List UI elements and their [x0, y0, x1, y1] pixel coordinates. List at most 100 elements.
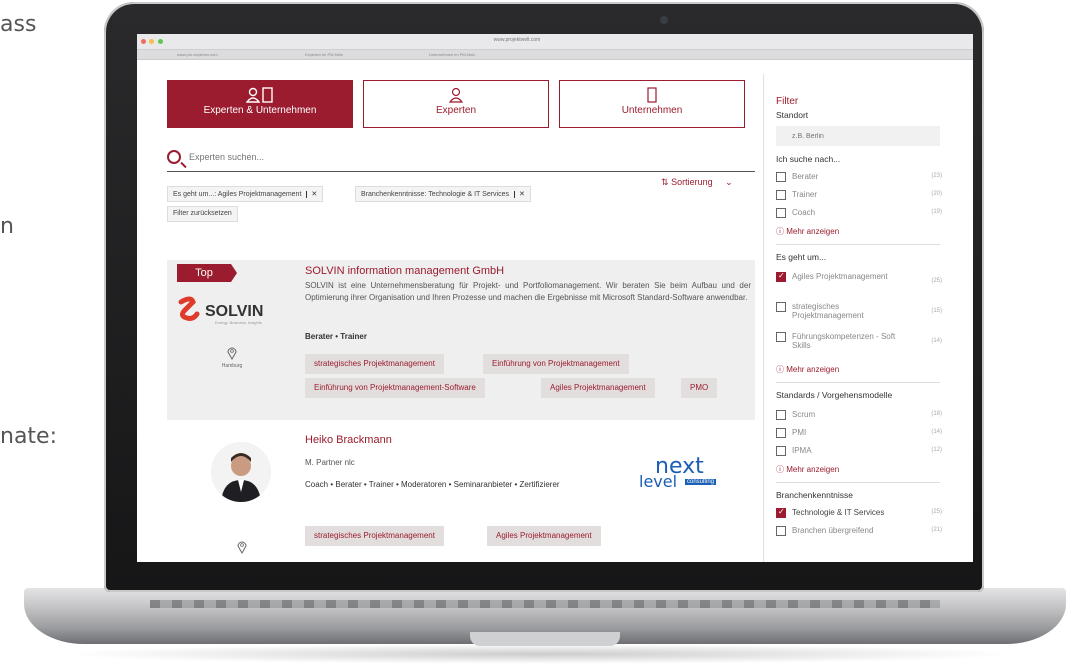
filter-option[interactable]: strategisches Projektmanagement (15): [776, 302, 942, 322]
info-icon: ⓘ: [776, 365, 787, 374]
result-title[interactable]: Heiko Brackmann: [305, 434, 392, 446]
checkbox[interactable]: [776, 428, 786, 438]
filter-heading: Standort: [776, 110, 809, 120]
filter-heading: Standards / Vorgehensmodelle: [776, 390, 893, 400]
show-more-link[interactable]: ⓘ Mehr anzeigen: [776, 364, 839, 375]
person-building-icon: [246, 87, 273, 103]
browser-tab[interactable]: Experten im PM-Netz: [305, 52, 343, 57]
option-count: (21): [931, 527, 942, 533]
topic-tag[interactable]: Agiles Projektmanagement: [487, 526, 601, 546]
checkbox[interactable]: [776, 446, 786, 456]
address-bar[interactable]: www.projektwelt.com: [437, 37, 597, 45]
show-more-label: Mehr anzeigen: [786, 365, 840, 374]
person-icon: [449, 87, 463, 103]
tab-experten[interactable]: Experten: [363, 80, 549, 128]
result-card[interactable]: Heiko Brackmann M. Partner nlc Coach • B…: [167, 430, 755, 562]
info-icon: ⓘ: [776, 465, 787, 474]
browser-tabbar: www.pm-experten.com Experten im PM-Netz …: [137, 50, 973, 60]
option-count: (25): [931, 509, 942, 515]
filter-option[interactable]: Coach (19): [776, 208, 942, 220]
checkbox[interactable]: [776, 507, 786, 518]
topic-tag[interactable]: strategisches Projektmanagement: [305, 526, 444, 546]
search-input[interactable]: [189, 152, 589, 162]
checkbox[interactable]: [776, 332, 786, 342]
option-label: Coach: [792, 208, 816, 217]
tab-label: Experten: [435, 105, 477, 116]
checkbox[interactable]: [776, 410, 786, 420]
option-label: Trainer: [792, 190, 818, 199]
tab-experten-unternehmen[interactable]: Experten & Unternehmen: [167, 80, 353, 128]
location-input[interactable]: [776, 126, 940, 146]
checkbox[interactable]: [776, 271, 786, 282]
filter-sidebar: Filter Standort Ich suche nach... Berate…: [763, 74, 943, 562]
filter-option[interactable]: Berater (23): [776, 172, 942, 184]
active-filter-chip[interactable]: Branchenkenntnisse: Technologie & IT Ser…: [355, 186, 531, 202]
filter-option[interactable]: Branchen übergreifend (21): [776, 526, 942, 538]
close-icon[interactable]: [141, 39, 146, 44]
company-logo: next level consulting: [639, 454, 729, 494]
sort-dropdown[interactable]: ⇅ Sortierung ⌄: [661, 177, 733, 188]
browser-tab[interactable]: www.pm-experten.com: [177, 52, 218, 57]
background-text-fragment: nate:: [0, 424, 57, 449]
filter-option[interactable]: Scrum (18): [776, 410, 942, 422]
result-card[interactable]: Top SOLVIN Energy. Business. Insights Ha…: [167, 260, 755, 420]
location-label: Hamburg: [221, 363, 243, 369]
chevron-down-icon: ⌄: [725, 177, 733, 187]
expert-search[interactable]: [167, 150, 755, 172]
option-count: (14): [931, 429, 942, 435]
option-count: (14): [931, 338, 942, 344]
option-label: PMI: [792, 428, 807, 437]
option-label: Agiles Projektmanagement: [792, 272, 888, 281]
show-more-label: Mehr anzeigen: [786, 227, 840, 236]
filter-option[interactable]: Agiles Projektmanagement (25): [776, 271, 942, 292]
filter-option[interactable]: PMI (14): [776, 428, 942, 440]
option-label: Technologie & IT Services: [792, 508, 885, 517]
browser-tab[interactable]: Unternehmen im PM-Netz: [429, 52, 475, 57]
tab-label: Experten & Unternehmen: [203, 105, 317, 116]
reset-filters-button[interactable]: Filter zurücksetzen: [167, 206, 238, 222]
result-roles: Berater • Trainer: [305, 332, 367, 341]
checkbox[interactable]: [776, 208, 786, 218]
remove-filter-icon[interactable]: ✕: [514, 191, 525, 198]
topic-tag[interactable]: Einführung von Projektmanagement-Softwar…: [305, 378, 485, 398]
building-icon: [647, 87, 657, 103]
topic-tag[interactable]: strategisches Projektmanagement: [305, 354, 444, 374]
checkbox[interactable]: [776, 526, 786, 536]
topic-tag[interactable]: Agiles Projektmanagement: [541, 378, 655, 398]
topic-tag[interactable]: Einführung von Projektmanagement: [483, 354, 629, 374]
filter-option[interactable]: Trainer (20): [776, 190, 942, 202]
minimize-icon[interactable]: [149, 39, 155, 44]
checkbox[interactable]: [776, 302, 786, 312]
filter-option[interactable]: Technologie & IT Services (25): [776, 507, 942, 520]
filter-option[interactable]: IPMA (12): [776, 446, 942, 458]
checkbox[interactable]: [776, 190, 786, 200]
option-count: (19): [931, 209, 942, 215]
laptop-shadow: [60, 644, 1020, 664]
option-count: (12): [931, 447, 942, 453]
window-controls[interactable]: [141, 39, 165, 46]
search-icon: [167, 150, 181, 164]
logo-text: level: [639, 472, 678, 491]
filter-option[interactable]: Führungskompetenzen - Soft Skills (14): [776, 332, 942, 352]
sort-icon: ⇅: [661, 177, 669, 187]
option-count: (15): [931, 308, 942, 314]
tab-unternehmen[interactable]: Unternehmen: [559, 80, 745, 128]
topic-tag[interactable]: PMO: [681, 378, 718, 398]
maximize-icon[interactable]: [157, 39, 163, 44]
option-label: Berater: [792, 172, 819, 181]
top-badge: Top: [177, 264, 237, 282]
show-more-link[interactable]: ⓘ Mehr anzeigen: [776, 226, 839, 237]
result-title[interactable]: SOLVIN information management GmbH: [305, 265, 504, 277]
divider: [776, 482, 940, 483]
laptop-notch: [470, 632, 620, 646]
logo-text: consulting: [685, 479, 717, 485]
show-more-link[interactable]: ⓘ Mehr anzeigen: [776, 464, 839, 475]
tab-label: Unternehmen: [621, 105, 683, 116]
show-more-label: Mehr anzeigen: [786, 465, 840, 474]
checkbox[interactable]: [776, 172, 786, 182]
company-logo: SOLVIN Energy. Business. Insights: [178, 296, 263, 325]
active-filter-chip[interactable]: Es geht um...: Agiles Projektmanagement ✕: [167, 186, 324, 202]
filter-heading: Branchenkenntnisse: [776, 490, 854, 500]
remove-filter-icon[interactable]: ✕: [306, 191, 318, 198]
avatar: [211, 442, 271, 502]
